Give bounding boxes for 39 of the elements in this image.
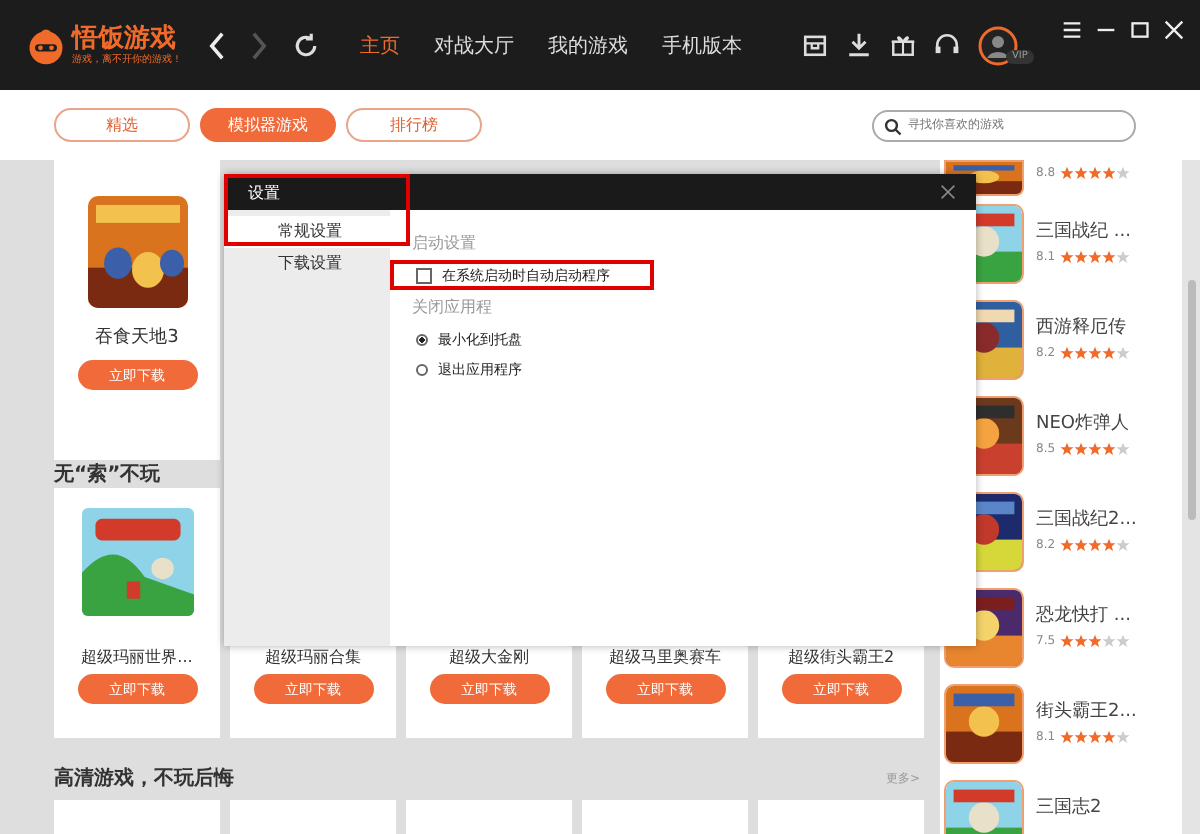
game-name: 超级街头霸王2 xyxy=(787,648,895,668)
checkbox[interactable] xyxy=(416,267,432,283)
game-name: 超级大金刚 xyxy=(449,648,529,668)
nav-tab[interactable]: 我的游戏 xyxy=(548,31,628,59)
game-name[interactable]: 三国战纪2... xyxy=(1036,508,1137,532)
game-name: 吞食天地3 xyxy=(95,328,179,348)
headset-icon[interactable] xyxy=(934,32,960,58)
nav-tab[interactable]: 主页 xyxy=(360,31,400,59)
nav-tab[interactable]: 对战大厅 xyxy=(434,31,514,59)
category-tab[interactable]: 排行榜 xyxy=(346,108,482,142)
group-title: 启动设置 xyxy=(412,232,476,254)
game-name[interactable]: 西游释厄传 xyxy=(1036,316,1130,340)
game-name: 超级马里奥赛车 xyxy=(609,648,721,668)
radio-button[interactable] xyxy=(416,363,428,375)
radio-button[interactable] xyxy=(416,333,428,345)
chevron-right-icon xyxy=(250,31,268,59)
game-name[interactable]: 三国战纪 ... xyxy=(1036,220,1131,244)
search-icon xyxy=(884,117,902,135)
game-name[interactable]: 三国志2 xyxy=(1036,796,1102,820)
game-name[interactable]: 街头霸王2... xyxy=(1036,700,1137,724)
section-title: 无“索”不玩 xyxy=(54,461,161,488)
section-title: 高清游戏，不玩后悔 xyxy=(54,764,234,792)
menu-icon[interactable] xyxy=(1062,20,1082,40)
game-name: 超级玛丽合集 xyxy=(265,648,361,668)
brand-name: 悟饭游戏 xyxy=(72,24,178,54)
gift-icon[interactable] xyxy=(890,32,916,58)
game-name: 超级玛丽世界... xyxy=(81,648,193,668)
settings-menu-item[interactable]: 下载设置 xyxy=(224,248,390,280)
chevron-left-icon xyxy=(208,31,226,59)
category-tab[interactable]: 精选 xyxy=(54,108,190,142)
game-name[interactable]: 恐龙快打 ... xyxy=(1036,604,1131,628)
group-title: 关闭应用程 xyxy=(412,296,492,318)
refresh-icon[interactable] xyxy=(292,31,320,59)
download-icon[interactable] xyxy=(846,32,872,58)
box-icon[interactable] xyxy=(802,32,828,58)
maximize-icon[interactable] xyxy=(1130,20,1150,40)
nav-tab[interactable]: 手机版本 xyxy=(662,31,742,59)
dialog-title: 设置 xyxy=(248,181,280,203)
game-name[interactable]: NEO炸弹人 xyxy=(1036,412,1130,436)
